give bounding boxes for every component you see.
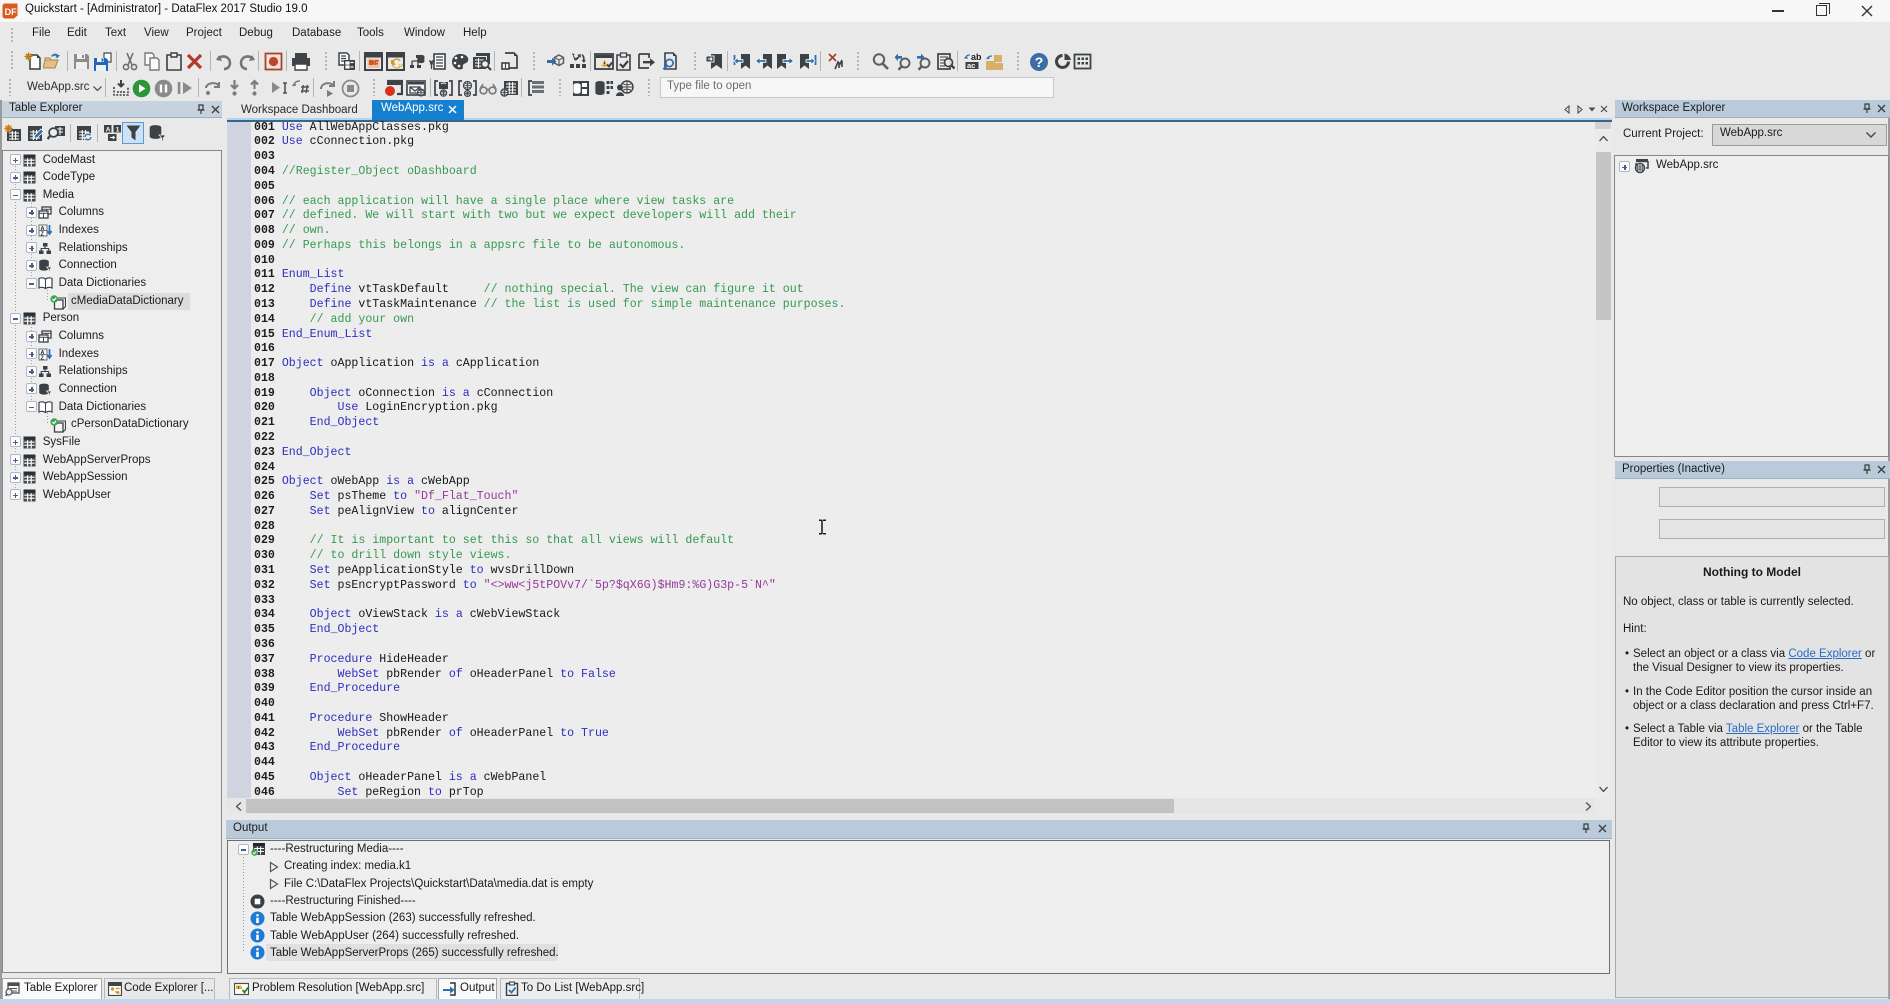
- svg-text:A: A: [106, 126, 111, 133]
- svg-text:DF: DF: [5, 7, 17, 17]
- svg-text:ac: ac: [967, 61, 975, 70]
- svg-text:1: 1: [116, 126, 120, 133]
- svg-text:?: ?: [1035, 54, 1044, 70]
